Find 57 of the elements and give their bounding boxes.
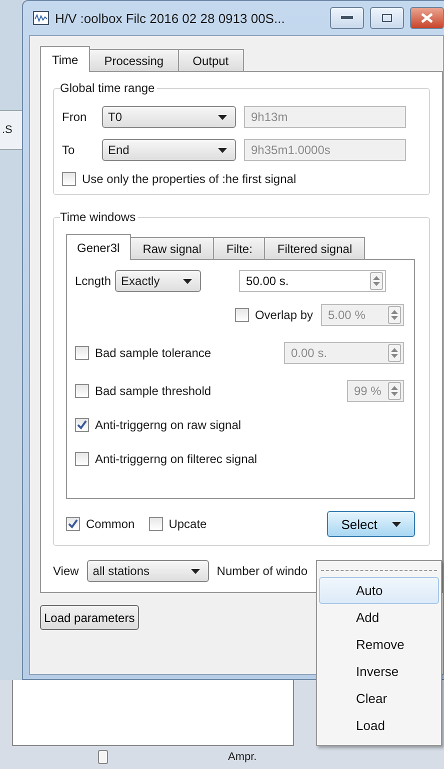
caret-icon: [190, 568, 200, 574]
background-text: .S: [2, 124, 12, 136]
tab[interactable]: Filtered signal: [264, 237, 366, 260]
close-icon: [421, 13, 433, 23]
checkmark-icon: [77, 420, 87, 430]
field-label: Lcngth: [75, 274, 112, 288]
up-down-arrows-icon: [391, 309, 398, 321]
group-title: Time windows: [60, 210, 138, 224]
field-label: Number of windo: [216, 564, 308, 578]
checkbox[interactable]: Use only the properties of :he first signal: [62, 172, 421, 186]
field-label: Fron: [62, 110, 88, 124]
checkbox[interactable]: Upcate: [148, 517, 207, 531]
tab[interactable]: Filte:: [213, 237, 266, 260]
minimize-icon: [341, 16, 353, 20]
close-button[interactable]: [410, 7, 444, 29]
field-label: To: [62, 143, 76, 157]
menu-item[interactable]: Clear: [319, 685, 439, 712]
tab[interactable]: Time: [40, 46, 90, 72]
caret-icon: [183, 278, 192, 284]
slider-handle[interactable]: [98, 750, 108, 764]
menu-item[interactable]: Remove: [319, 631, 439, 658]
group-title: Global time range: [60, 81, 157, 95]
menu-item[interactable]: Auto: [319, 577, 439, 604]
window-title: H/V :oolbox Filc 2016 02 28 0913 00S...: [55, 10, 286, 26]
maximize-button[interactable]: [370, 7, 404, 29]
dropdown[interactable]: Exactly: [115, 270, 202, 292]
checkbox[interactable]: Anti-triggerng on filterec signal: [75, 452, 258, 466]
checkbox[interactable]: Bad sample tolerance: [75, 346, 212, 360]
tab[interactable]: Gener3l: [66, 234, 131, 260]
spin-button[interactable]: [370, 272, 384, 290]
up-down-arrows-icon: [391, 385, 398, 397]
select-button[interactable]: Select: [327, 511, 415, 537]
menu-item[interactable]: Load: [319, 712, 439, 739]
spin-button[interactable]: [388, 382, 401, 400]
up-down-arrows-icon: [391, 347, 398, 359]
wave-icon: [33, 11, 49, 25]
checkbox[interactable]: Common: [66, 517, 135, 531]
load-parameters-button[interactable]: Load parameters: [40, 605, 139, 630]
up-down-arrows-icon: [373, 275, 380, 287]
caret-icon: [392, 522, 401, 526]
tab[interactable]: Raw signal: [130, 237, 214, 260]
menu-item[interactable]: Inverse: [319, 658, 439, 685]
maximize-icon: [382, 14, 392, 22]
spin-button[interactable]: [388, 344, 401, 362]
checkbox[interactable]: Bad sample threshold: [75, 384, 212, 398]
caret-icon: [218, 114, 227, 120]
tab[interactable]: Processing: [89, 49, 179, 72]
field-label: View: [53, 564, 79, 578]
tab[interactable]: Output: [178, 49, 244, 72]
length-field[interactable]: 50.00 s.: [239, 270, 386, 292]
menu-item[interactable]: Add: [319, 604, 439, 631]
minimize-button[interactable]: [330, 7, 364, 29]
checkbox[interactable]: Anti-triggerng on raw signal: [75, 418, 242, 432]
dropdown[interactable]: all stations: [86, 560, 209, 582]
caret-icon: [218, 148, 227, 152]
axis-label: Ampr.: [228, 751, 257, 763]
checkmark-icon: [68, 519, 78, 529]
